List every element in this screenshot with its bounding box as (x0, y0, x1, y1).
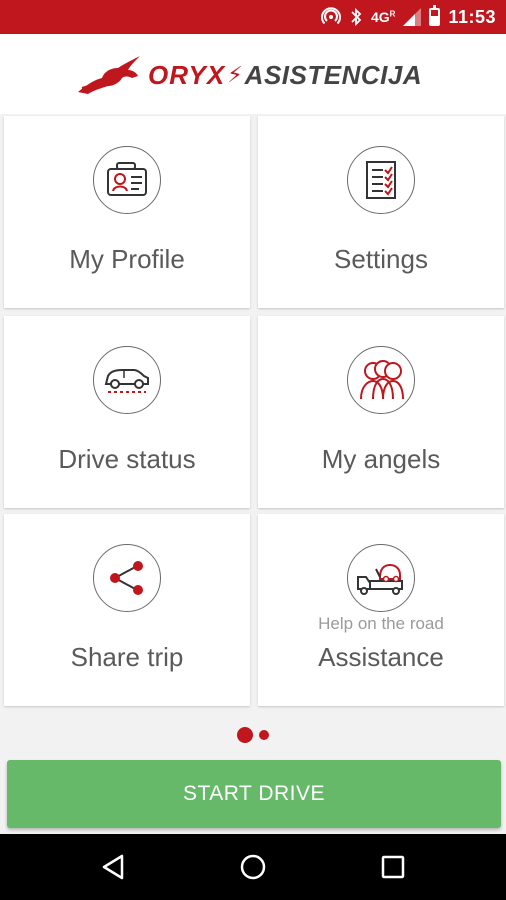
page-dot-inactive[interactable] (259, 730, 269, 740)
app-header: ORYX ⚡ ASISTENCIJA (0, 34, 506, 114)
back-icon[interactable] (98, 852, 128, 882)
tile-label: Share trip (70, 642, 184, 672)
tile-label: My Profile (69, 244, 185, 274)
status-icons: 4GR 11:53 (321, 0, 496, 34)
oryx-logo: ORYX ⚡ ASISTENCIJA (74, 52, 422, 98)
id-card-icon (93, 146, 161, 214)
status-bar: 4GR 11:53 (0, 0, 506, 34)
bluetooth-icon (351, 7, 362, 27)
tile-label: Settings (334, 244, 428, 274)
tile-label: Drive status (58, 444, 196, 474)
tile-drive-status[interactable]: Drive status (4, 316, 250, 508)
recents-icon[interactable] (378, 852, 408, 882)
signal-icon (403, 8, 422, 26)
logo-separator: ⚡ (227, 62, 243, 87)
tow-truck-icon (347, 544, 415, 612)
home-icon[interactable] (238, 852, 268, 882)
checklist-icon (347, 146, 415, 214)
tile-share-trip[interactable]: Share trip (4, 514, 250, 706)
page-dot-active[interactable] (237, 727, 253, 743)
navigation-bar (0, 834, 506, 900)
tile-assistance[interactable]: Help on the road Assistance (258, 514, 504, 706)
tile-my-angels[interactable]: My angels (258, 316, 504, 508)
people-icon (347, 346, 415, 414)
oryx-antelope-icon (78, 56, 140, 94)
tile-my-profile[interactable]: My Profile (4, 116, 250, 308)
tile-label: My angels (321, 444, 441, 474)
tile-sublabel: Help on the road (318, 614, 444, 633)
page-indicator (0, 727, 506, 743)
hotspot-icon (321, 7, 341, 25)
logo-text-asistencija: ASISTENCIJA (244, 59, 423, 90)
battery-icon (429, 5, 441, 26)
clock: 11:53 (448, 6, 496, 27)
share-icon (93, 544, 161, 612)
logo-text-oryx: ORYX (148, 59, 226, 90)
start-drive-button[interactable]: START DRIVE (7, 760, 501, 828)
network-type: 4GR (370, 9, 396, 25)
tile-label: Assistance (318, 642, 444, 672)
tile-settings[interactable]: Settings (258, 116, 504, 308)
car-icon (93, 346, 161, 414)
